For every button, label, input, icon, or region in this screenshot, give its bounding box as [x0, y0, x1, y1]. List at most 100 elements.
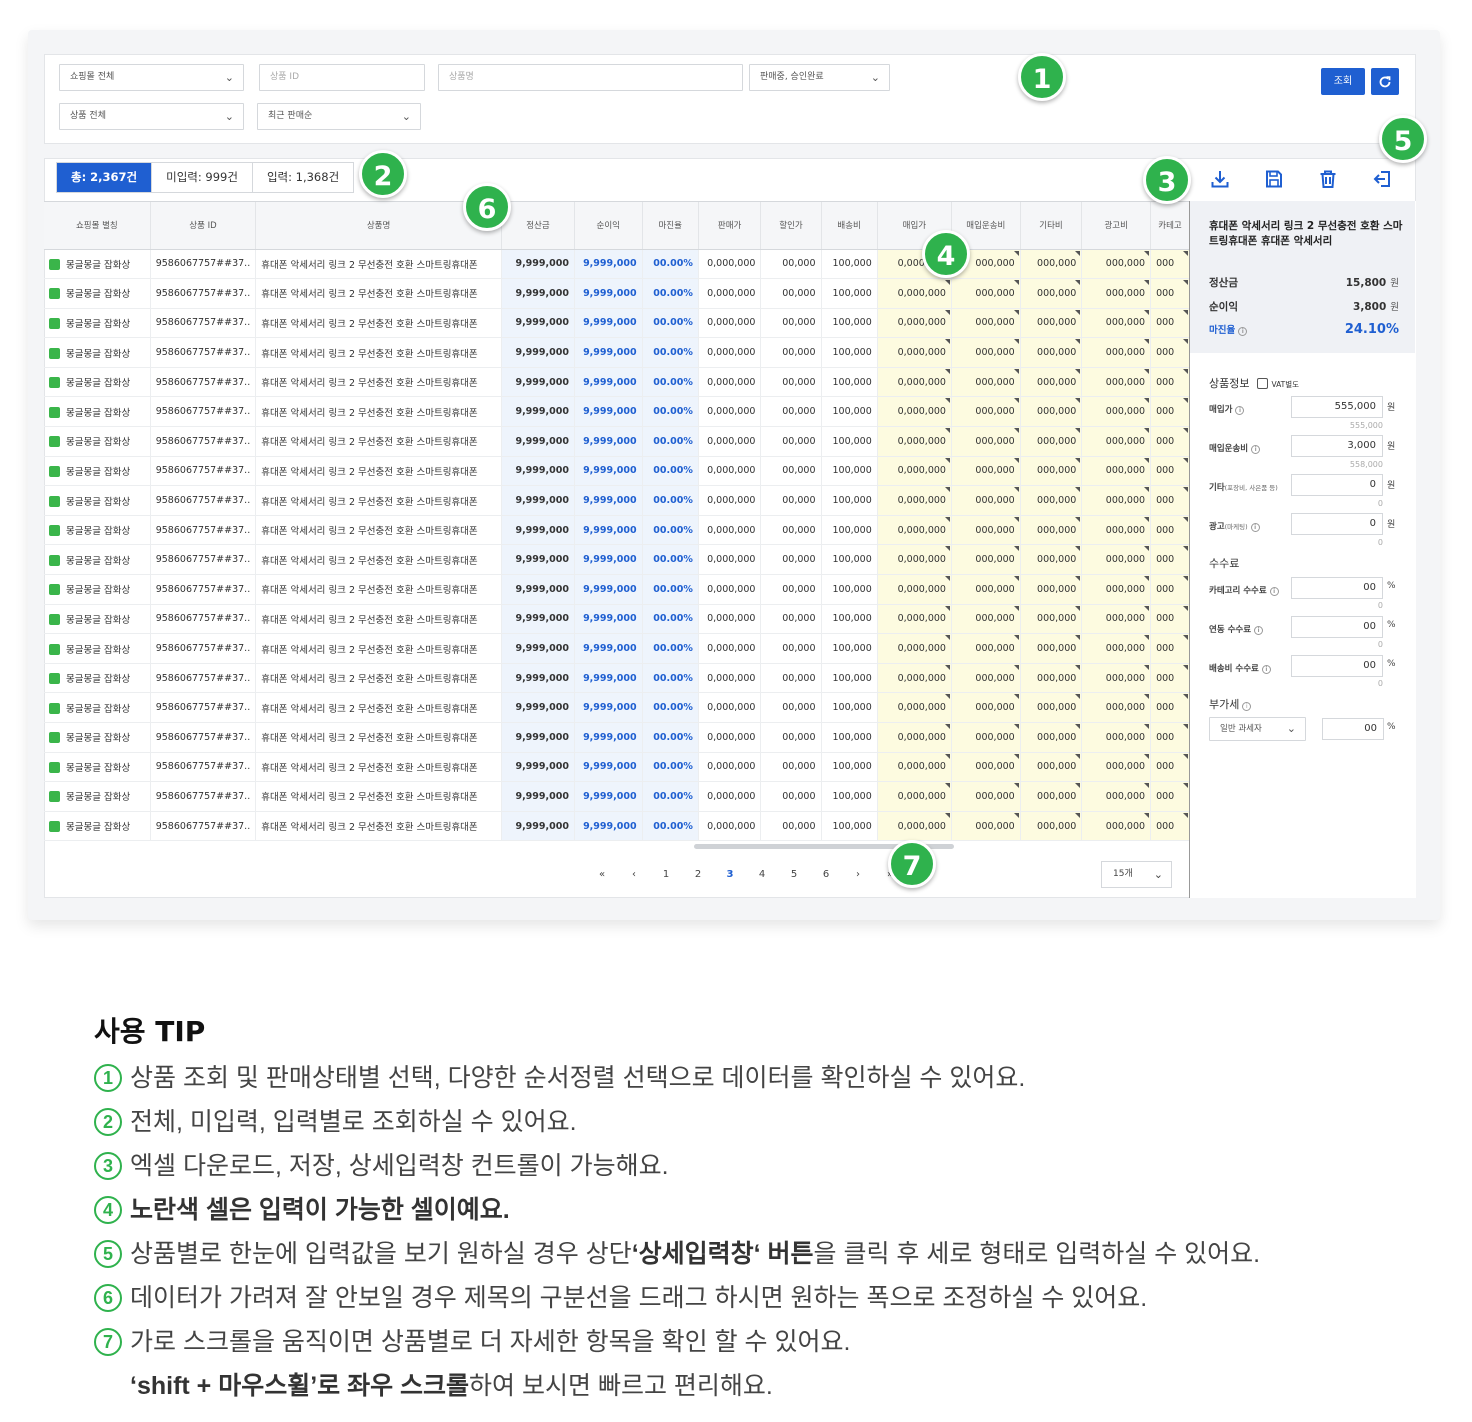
cell-buy[interactable]: 0,000,000: [877, 485, 952, 516]
cell-etc[interactable]: 000,000: [1020, 249, 1083, 280]
cell-buy[interactable]: 0,000,000: [877, 604, 952, 635]
cell-buyship[interactable]: 000,000: [951, 485, 1021, 516]
table-row[interactable]: 몽글몽글 잡화상 9586067757##37.. 휴대폰 악세서리 링크 2 무선…: [44, 633, 1190, 664]
page-6[interactable]: 6: [810, 865, 842, 885]
cell-ad[interactable]: 000,000: [1081, 544, 1152, 576]
info-icon[interactable]: i: [1261, 665, 1271, 674]
cell-buy[interactable]: 0,000,000: [877, 544, 952, 576]
tab-total[interactable]: 총: 2,367건: [57, 163, 153, 192]
cell-buy[interactable]: 0,000,000: [877, 752, 952, 783]
delete-button[interactable]: [1315, 166, 1341, 192]
cell-ad[interactable]: 000,000: [1081, 663, 1152, 694]
cell-buyship[interactable]: 000,000: [951, 367, 1021, 398]
first-page-button[interactable]: «: [586, 865, 618, 885]
column-header[interactable]: 할인가: [760, 202, 822, 250]
table-row[interactable]: 몽글몽글 잡화상 9586067757##37.. 휴대폰 악세서리 링크 2 무선…: [44, 692, 1190, 723]
table-row[interactable]: 몽글몽글 잡화상 9586067757##37.. 휴대폰 악세서리 링크 2 무선…: [44, 781, 1190, 812]
table-row[interactable]: 몽글몽글 잡화상 9586067757##37.. 휴대폰 악세서리 링크 2 무선…: [44, 604, 1190, 635]
etc-input[interactable]: 0: [1291, 474, 1383, 496]
cell-etc[interactable]: 000,000: [1020, 604, 1083, 635]
cell-ad[interactable]: 000,000: [1081, 308, 1152, 339]
cell-cat[interactable]: 000: [1150, 604, 1190, 635]
search-button[interactable]: 조회: [1321, 68, 1365, 95]
page-4[interactable]: 4: [746, 865, 778, 885]
table-row[interactable]: 몽글몽글 잡화상 9586067757##37.. 휴대폰 악세서리 링크 2 무선…: [44, 544, 1190, 576]
page-3[interactable]: 3: [714, 865, 746, 885]
cell-ad[interactable]: 000,000: [1081, 485, 1152, 516]
cell-buyship[interactable]: 000,000: [951, 692, 1021, 723]
cell-etc[interactable]: 000,000: [1020, 781, 1083, 812]
cell-ad[interactable]: 000,000: [1081, 396, 1152, 428]
table-row[interactable]: 몽글몽글 잡화상 9586067757##37.. 휴대폰 악세서리 링크 2 무선…: [44, 722, 1190, 753]
buy-input[interactable]: 555,000: [1291, 396, 1383, 418]
column-header[interactable]: 배송비: [821, 202, 878, 250]
cell-cat[interactable]: 000: [1150, 396, 1190, 428]
cell-buyship[interactable]: 000,000: [951, 337, 1021, 368]
info-icon[interactable]: i: [1242, 702, 1252, 711]
excel-download-button[interactable]: [1207, 166, 1233, 192]
column-header[interactable]: 상품 ID: [150, 202, 257, 250]
product-select[interactable]: 상품 전체 ⌄: [59, 103, 244, 130]
cell-etc[interactable]: 000,000: [1020, 456, 1083, 487]
prev-page-button[interactable]: ‹: [618, 865, 650, 885]
page-5[interactable]: 5: [778, 865, 810, 885]
page-1[interactable]: 1: [650, 865, 682, 885]
next-page-button[interactable]: ›: [842, 865, 874, 885]
cell-buyship[interactable]: 000,000: [951, 515, 1021, 546]
cell-etc[interactable]: 000,000: [1020, 811, 1083, 841]
cell-ad[interactable]: 000,000: [1081, 426, 1152, 457]
cell-etc[interactable]: 000,000: [1020, 278, 1083, 309]
cell-buyship[interactable]: 000,000: [951, 752, 1021, 783]
cell-cat[interactable]: 000: [1150, 337, 1190, 368]
cell-etc[interactable]: 000,000: [1020, 544, 1083, 576]
cell-cat[interactable]: 000: [1150, 633, 1190, 664]
page-size-select[interactable]: 15개 ⌄: [1101, 861, 1172, 888]
cell-etc[interactable]: 000,000: [1020, 367, 1083, 398]
cell-buyship[interactable]: 000,000: [951, 544, 1021, 576]
product-name-input[interactable]: 상품명: [438, 64, 743, 91]
cell-etc[interactable]: 000,000: [1020, 396, 1083, 428]
cell-etc[interactable]: 000,000: [1020, 308, 1083, 339]
cell-ad[interactable]: 000,000: [1081, 574, 1152, 605]
column-header[interactable]: 광고비: [1081, 202, 1152, 250]
cell-buy[interactable]: 0,000,000: [877, 396, 952, 428]
cell-buy[interactable]: 0,000,000: [877, 426, 952, 457]
cell-buyship[interactable]: 000,000: [951, 604, 1021, 635]
cell-buyship[interactable]: 000,000: [951, 811, 1021, 841]
cell-buyship[interactable]: 000,000: [951, 308, 1021, 339]
cell-cat[interactable]: 000: [1150, 426, 1190, 457]
cell-cat[interactable]: 000: [1150, 308, 1190, 339]
cell-ad[interactable]: 000,000: [1081, 249, 1152, 280]
page-2[interactable]: 2: [682, 865, 714, 885]
table-row[interactable]: 몽글몽글 잡화상 9586067757##37.. 휴대폰 악세서리 링크 2 무선…: [44, 811, 1190, 841]
column-header[interactable]: 판매가: [698, 202, 762, 250]
cell-buy[interactable]: 0,000,000: [877, 722, 952, 753]
cell-ad[interactable]: 000,000: [1081, 456, 1152, 487]
cell-cat[interactable]: 000: [1150, 722, 1190, 753]
cell-buyship[interactable]: 000,000: [951, 781, 1021, 812]
cell-etc[interactable]: 000,000: [1020, 722, 1083, 753]
table-row[interactable]: 몽글몽글 잡화상 9586067757##37.. 휴대폰 악세서리 링크 2 무선…: [44, 752, 1190, 783]
refresh-button[interactable]: [1371, 68, 1399, 95]
cell-buyship[interactable]: 000,000: [951, 456, 1021, 487]
info-icon[interactable]: i: [1238, 327, 1248, 336]
table-row[interactable]: 몽글몽글 잡화상 9586067757##37.. 휴대폰 악세서리 링크 2 무선…: [44, 456, 1190, 487]
vat-checkbox[interactable]: [1257, 378, 1269, 389]
cell-cat[interactable]: 000: [1150, 485, 1190, 516]
cell-buyship[interactable]: 000,000: [951, 278, 1021, 309]
table-row[interactable]: 몽글몽글 잡화상 9586067757##37.. 휴대폰 악세서리 링크 2 무선…: [44, 278, 1190, 309]
save-button[interactable]: [1261, 166, 1287, 192]
table-row[interactable]: 몽글몽글 잡화상 9586067757##37.. 휴대폰 악세서리 링크 2 무선…: [44, 396, 1190, 428]
tax-type-select[interactable]: 일반 과세자 ⌄: [1209, 717, 1306, 741]
table-row[interactable]: 몽글몽글 잡화상 9586067757##37.. 휴대폰 악세서리 링크 2 무선…: [44, 515, 1190, 546]
info-icon[interactable]: i: [1254, 626, 1264, 635]
info-icon[interactable]: i: [1269, 587, 1279, 596]
table-row[interactable]: 몽글몽글 잡화상 9586067757##37.. 휴대폰 악세서리 링크 2 무선…: [44, 574, 1190, 605]
cell-ad[interactable]: 000,000: [1081, 367, 1152, 398]
cell-buy[interactable]: 0,000,000: [877, 515, 952, 546]
cell-ad[interactable]: 000,000: [1081, 781, 1152, 812]
cell-buy[interactable]: 0,000,000: [877, 367, 952, 398]
ship-fee-input[interactable]: 00: [1291, 655, 1383, 677]
buyship-input[interactable]: 3,000: [1291, 435, 1383, 457]
cell-etc[interactable]: 000,000: [1020, 515, 1083, 546]
